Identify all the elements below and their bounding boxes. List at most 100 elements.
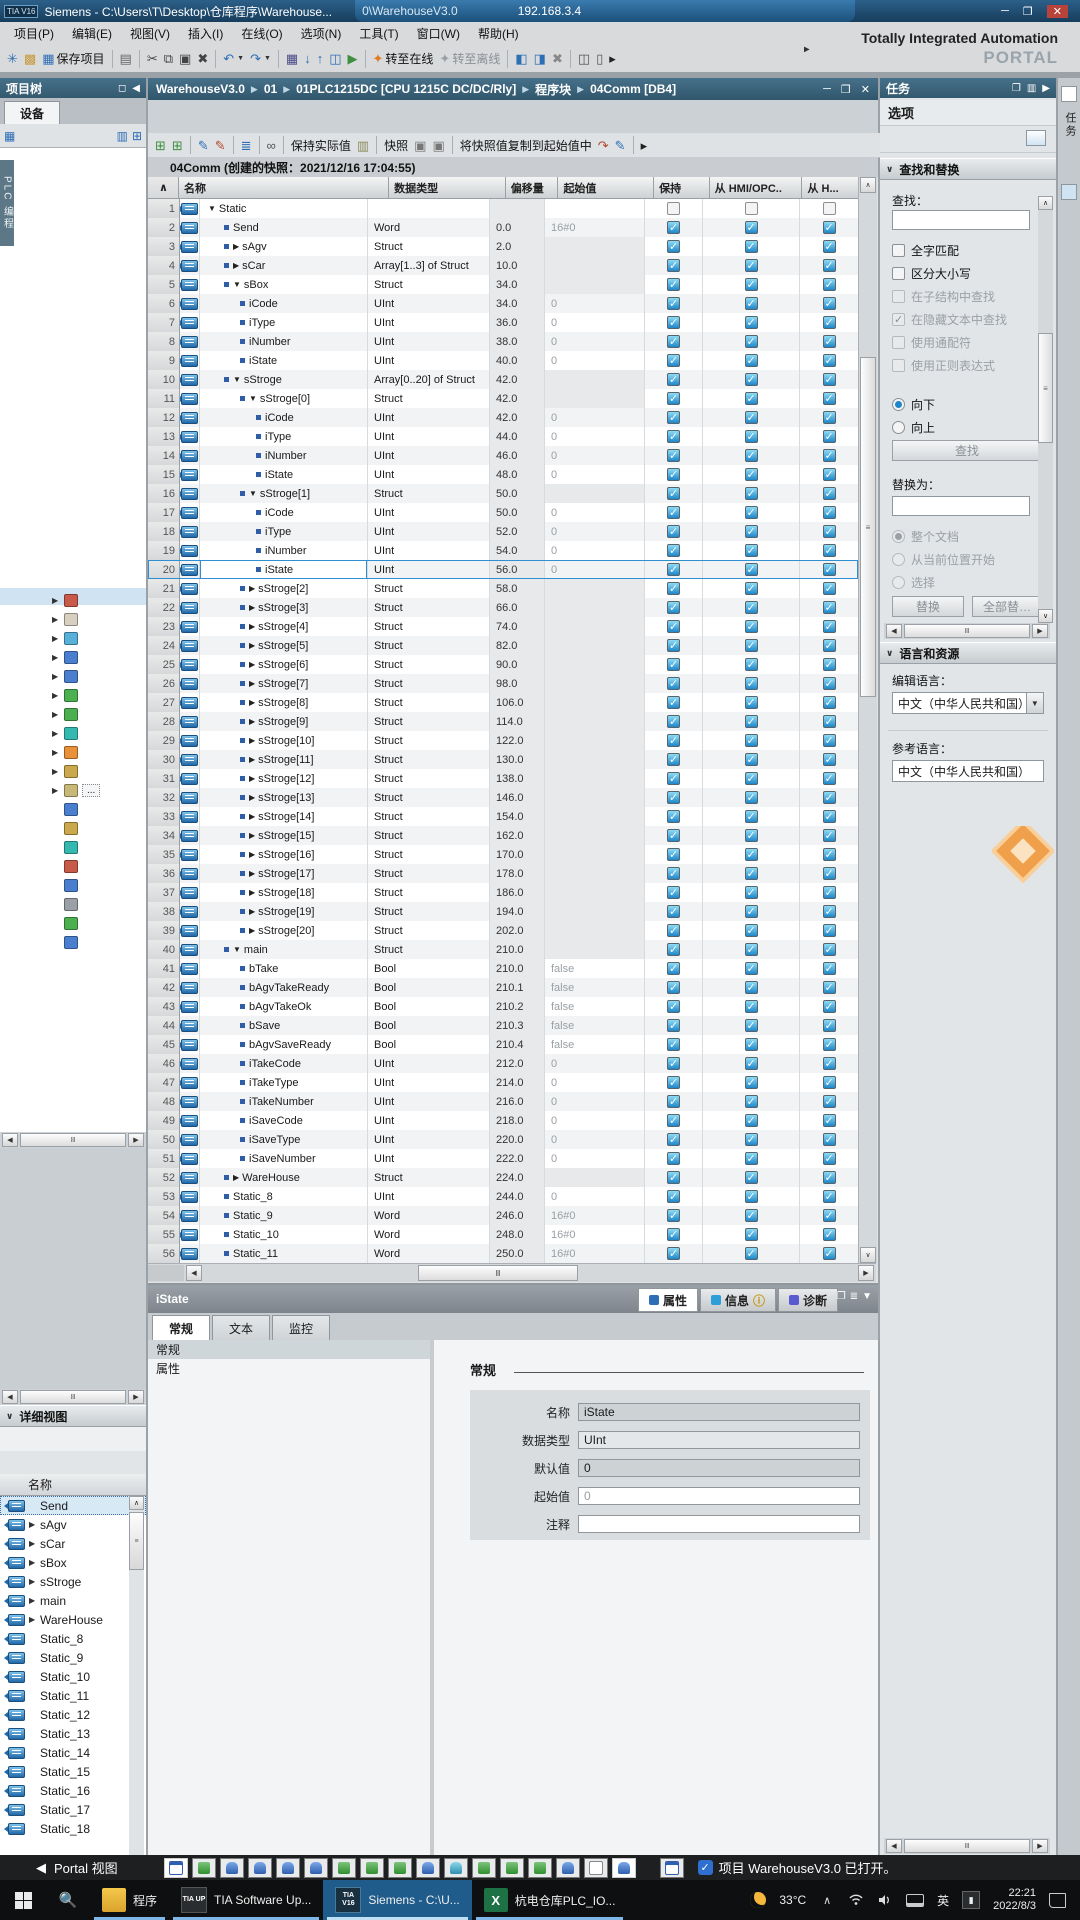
cell-name[interactable]: ▶sStroge[14] (200, 807, 368, 826)
table-row[interactable]: 49iSaveCodeUInt218.00 (148, 1111, 858, 1130)
detail-item[interactable]: Static_18 (0, 1819, 146, 1838)
cell-name[interactable]: ▶sStroge[9] (200, 712, 368, 731)
h-checkbox[interactable] (823, 1190, 836, 1203)
project-tree[interactable]: ▶▶▶▶▶▶▶▶▶▶▶... (0, 148, 146, 1132)
tree-expand-icon[interactable]: ▶ (52, 729, 60, 738)
cell-datatype[interactable]: Bool (368, 1035, 490, 1054)
cell-startvalue[interactable]: 0 (545, 1187, 645, 1206)
cell-name[interactable]: iSaveType (200, 1130, 368, 1149)
h-checkbox[interactable] (823, 943, 836, 956)
retain-checkbox[interactable] (667, 601, 680, 614)
cell-startvalue[interactable]: 0 (545, 465, 645, 484)
cell-name[interactable]: ▶sStroge[13] (200, 788, 368, 807)
cell-name[interactable]: Static_11 (200, 1244, 368, 1263)
db-toolbar-icon-14[interactable]: ▣ (411, 134, 429, 156)
cell-name[interactable]: ▼sBox (200, 275, 368, 294)
retain-checkbox[interactable] (667, 221, 680, 234)
retain-checkbox[interactable] (667, 506, 680, 519)
subtab-0[interactable]: 常规 (152, 1315, 210, 1340)
cell-name[interactable]: ▶sStroge[15] (200, 826, 368, 845)
open-editor-icon-16[interactable] (612, 1858, 636, 1878)
cell-datatype[interactable]: Struct (368, 655, 490, 674)
hmi-checkbox[interactable] (745, 658, 758, 671)
tree-item[interactable] (0, 914, 146, 933)
volume-icon[interactable] (877, 1893, 893, 1907)
table-row[interactable]: 29▶sStroge[10]Struct122.0 (148, 731, 858, 750)
tree-item[interactable]: ▶... (0, 781, 146, 800)
breadcrumb-seg-4[interactable]: 04Comm [DB4] (590, 82, 676, 96)
cell-name[interactable]: iType (200, 427, 368, 446)
cell-startvalue[interactable] (545, 370, 645, 389)
cell-datatype[interactable]: UInt (368, 541, 490, 560)
open-editor-icon-4[interactable] (276, 1858, 300, 1878)
hmi-checkbox[interactable] (745, 810, 758, 823)
collapse-left-icon[interactable]: ◀ (132, 83, 140, 94)
table-row[interactable]: 21▶sStroge[2]Struct58.0 (148, 579, 858, 598)
hmi-checkbox[interactable] (745, 316, 758, 329)
open-editor-icon-13[interactable] (528, 1858, 552, 1878)
retain-checkbox[interactable] (667, 829, 680, 842)
h-checkbox[interactable] (823, 1171, 836, 1184)
tree-expand-icon[interactable]: ▶ (52, 691, 60, 700)
properties-tab-1[interactable]: 信息ⓘ (700, 1288, 776, 1312)
collapse-right-icon[interactable]: ▶ (1042, 83, 1050, 94)
find-input[interactable] (892, 210, 1030, 230)
cell-startvalue[interactable]: 0 (545, 1130, 645, 1149)
hmi-checkbox[interactable] (745, 1095, 758, 1108)
cell-datatype[interactable]: Struct (368, 275, 490, 294)
h-checkbox[interactable] (823, 1057, 836, 1070)
detail-item[interactable]: Static_10 (0, 1667, 146, 1686)
db-toolbar-icon-21[interactable]: ▸ (638, 134, 651, 156)
expand-row-icon[interactable]: ▶ (249, 755, 255, 764)
cell-startvalue[interactable]: 0 (545, 1149, 645, 1168)
tree-expand-icon[interactable]: ▶ (52, 634, 60, 643)
h-checkbox[interactable] (823, 1095, 836, 1108)
toolbar-icon-0[interactable]: ✳ (4, 48, 21, 70)
hmi-checkbox[interactable] (745, 601, 758, 614)
expand-row-icon[interactable]: ▶ (249, 774, 255, 783)
table-row[interactable]: 43bAgvTakeOkBool210.2false (148, 997, 858, 1016)
toolbar-icon-14[interactable]: ▦ (283, 48, 301, 70)
retain-checkbox[interactable] (667, 1076, 680, 1089)
menu-I[interactable]: 插入(I) (180, 23, 231, 44)
expand-row-icon[interactable]: ▶ (249, 850, 255, 859)
tree-item[interactable] (0, 876, 146, 895)
h-checkbox[interactable] (823, 962, 836, 975)
tree-expand-icon[interactable]: ▶ (52, 767, 60, 776)
cell-name[interactable]: ▶sStroge[17] (200, 864, 368, 883)
cell-datatype[interactable]: Struct (368, 484, 490, 503)
cell-name[interactable]: bAgvTakeReady (200, 978, 368, 997)
cell-datatype[interactable]: Struct (368, 712, 490, 731)
replace-input[interactable] (892, 496, 1030, 516)
h-checkbox[interactable] (823, 1247, 836, 1260)
toolbar-icon-21[interactable]: ✦转至离线 (436, 48, 503, 70)
touch-keyboard-icon[interactable] (906, 1894, 924, 1907)
tree-item[interactable]: ▶ (0, 591, 146, 610)
field-input[interactable]: 0 (578, 1487, 860, 1505)
retain-checkbox[interactable] (667, 411, 680, 424)
db-toolbar-icon-10[interactable]: 保持实际值 (288, 134, 354, 156)
hmi-checkbox[interactable] (745, 1038, 758, 1051)
h-checkbox[interactable] (823, 810, 836, 823)
tasks-bottom-hscrollbar[interactable]: ◀Ⅲ▶ (884, 1838, 1050, 1854)
float-icon[interactable]: ❐ (837, 1291, 846, 1302)
weather-moon-icon[interactable] (750, 1892, 766, 1908)
field-input[interactable]: iState (578, 1403, 860, 1421)
tree-expand-icon[interactable]: ▶ (52, 615, 60, 624)
editor-switch-icon[interactable] (660, 1858, 684, 1878)
cell-datatype[interactable]: Struct (368, 864, 490, 883)
float-panel-icon[interactable]: ❐ (1012, 83, 1021, 94)
cell-startvalue[interactable] (545, 655, 645, 674)
hmi-checkbox[interactable] (745, 696, 758, 709)
h-checkbox[interactable] (823, 639, 836, 652)
replace-all-button[interactable]: 全部替… (972, 596, 1042, 617)
cell-startvalue[interactable]: 0 (545, 503, 645, 522)
cell-name[interactable]: ▶sAgv (200, 237, 368, 256)
table-row[interactable]: 30▶sStroge[11]Struct130.0 (148, 750, 858, 769)
radio-button[interactable] (892, 421, 905, 434)
toolbar-icon-9[interactable]: ✖ (194, 48, 211, 70)
cell-startvalue[interactable] (545, 845, 645, 864)
cell-startvalue[interactable] (545, 731, 645, 750)
retain-checkbox[interactable] (667, 639, 680, 652)
h-checkbox[interactable] (823, 1000, 836, 1013)
